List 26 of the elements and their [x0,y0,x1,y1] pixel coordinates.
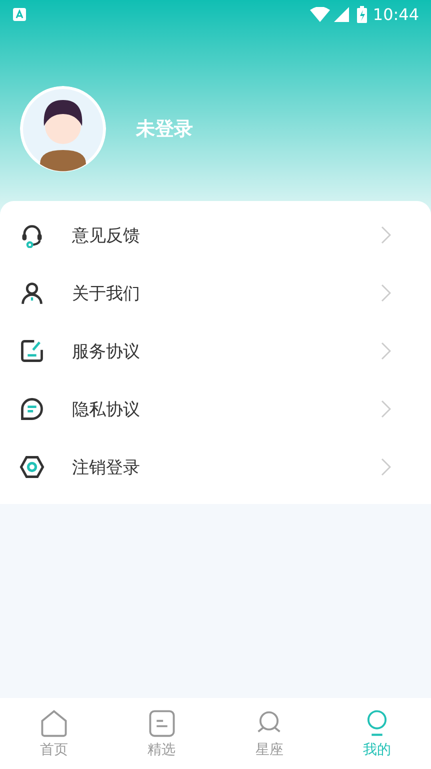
home-icon [38,708,69,738]
notification-icon [13,8,26,20]
chevron-icon [381,400,391,418]
chevron-icon [381,226,391,244]
menu-item[interactable]: 服务协议 [0,322,431,380]
menu-item[interactable]: 隐私协议 [0,380,431,438]
menu-item[interactable]: 注销登录 [0,438,431,496]
hexagon-icon [19,454,45,480]
edit-icon [19,338,45,364]
menu-label: 意见反馈 [72,224,141,246]
battery-icon [356,6,367,22]
avatar[interactable] [20,86,106,172]
list-icon [146,708,177,738]
menu-label: 注销登录 [72,456,141,478]
signal-icon [334,6,349,22]
menu-item[interactable]: 关于我们 [0,264,431,322]
menu-label: 隐私协议 [72,398,141,420]
wifi-icon [310,6,330,22]
chevron-icon [381,342,391,360]
menu-label: 关于我们 [72,282,141,304]
chat-icon [19,396,45,422]
chevron-icon [381,458,391,476]
status-time: 10:44 [372,4,419,24]
menu-item[interactable]: 意见反馈 [0,206,431,264]
chevron-icon [381,284,391,302]
menu-label: 服务协议 [72,340,141,362]
